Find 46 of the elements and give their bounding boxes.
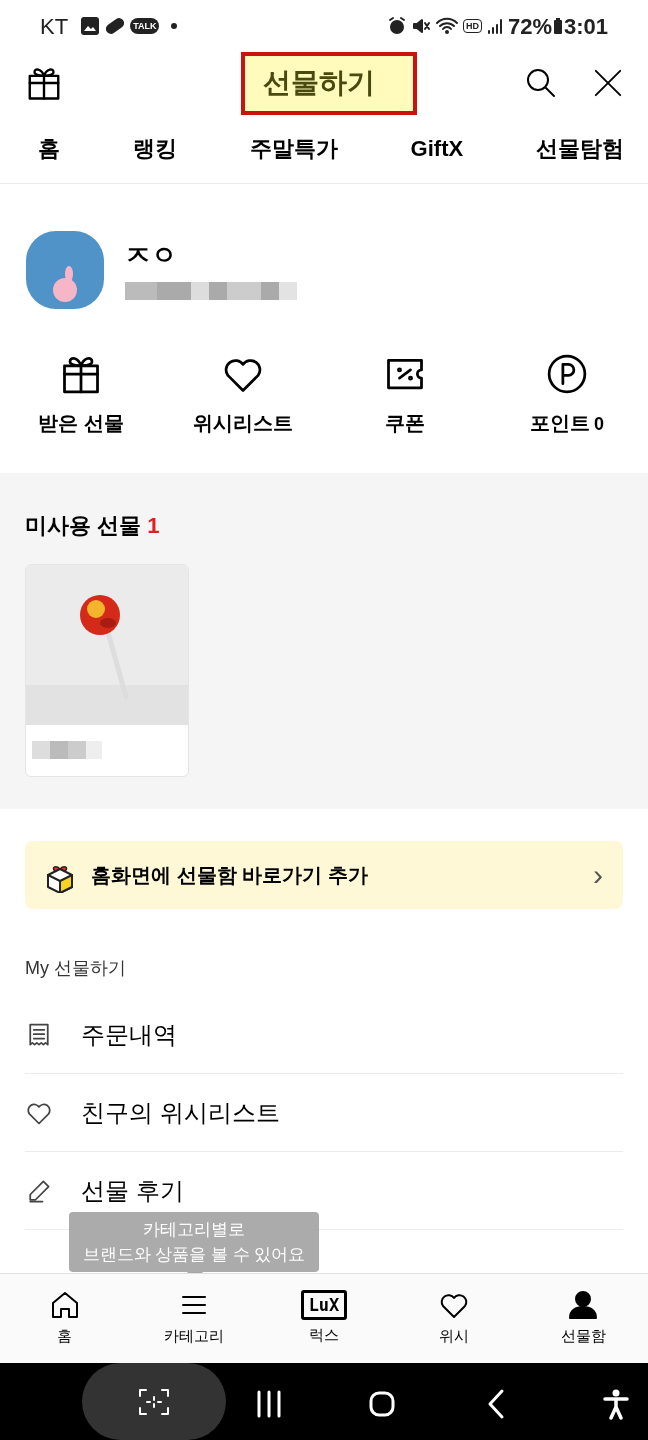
nav-tab[interactable]: GiftX — [410, 132, 464, 165]
battery-icon — [551, 16, 564, 36]
mute-icon — [410, 16, 431, 36]
quick-action[interactable]: 쿠폰 — [324, 352, 486, 437]
recents-icon[interactable] — [255, 1389, 283, 1419]
lux-badge: LuX — [300, 1290, 348, 1321]
home-button-icon[interactable] — [368, 1390, 396, 1418]
bottom-nav-item[interactable]: 선물함 — [518, 1274, 648, 1363]
talk-badge: TALK — [130, 18, 160, 34]
capture-icon — [138, 1387, 170, 1416]
hd-badge: HD — [462, 19, 482, 33]
point-icon — [545, 352, 589, 396]
carrier-text: KT — [40, 12, 69, 41]
profile-name: ㅈㅇ — [125, 240, 178, 270]
chevron-icon: › — [593, 860, 603, 890]
shortcut-banner[interactable]: 홈화면에 선물함 바로가기 추가 › — [25, 841, 623, 909]
nav-tab[interactable]: 선물탐험 — [536, 132, 624, 165]
quick-action[interactable]: 받은 선물 — [0, 352, 162, 437]
accessibility-icon[interactable] — [603, 1388, 629, 1420]
menu-row[interactable]: 주문내역 — [25, 996, 623, 1074]
wifi-icon — [434, 16, 459, 36]
nav-tab[interactable]: 랭킹 — [132, 132, 177, 165]
menu-row[interactable]: 친구의 위시리스트 — [25, 1074, 623, 1152]
quick-action[interactable]: 포인트 0 — [486, 352, 648, 437]
person-icon — [567, 1289, 600, 1322]
page-title: 선물하기 — [241, 51, 417, 115]
blurred-label-drawing — [32, 741, 102, 759]
signal-icon — [485, 16, 504, 36]
clock-text: 3:01 — [563, 12, 608, 41]
bottom-nav-item[interactable]: LuX 럭스 — [259, 1274, 389, 1363]
section-title: 미사용 선물 1 — [25, 512, 161, 540]
battery-text: 72% — [507, 12, 552, 41]
image-icon — [80, 16, 101, 36]
nav-tab[interactable]: 홈 — [38, 132, 60, 165]
alarm-icon — [386, 16, 407, 36]
nav-tab[interactable]: 주말특가 — [249, 132, 338, 165]
tooltip-text: 브랜드와 상품을 볼 수 있어요 — [82, 1244, 306, 1266]
section-title: My 선물하기 — [25, 957, 127, 980]
bottom-nav-item[interactable]: 카테고리 — [129, 1274, 260, 1363]
bottom-nav-item[interactable]: 홈 — [0, 1274, 130, 1363]
close-icon[interactable] — [593, 68, 623, 98]
bottom-nav-item[interactable]: 위시 — [388, 1274, 519, 1363]
quick-action[interactable]: 위시리스트 — [162, 352, 324, 437]
gift-card[interactable] — [25, 564, 189, 777]
back-icon[interactable] — [486, 1388, 506, 1420]
search-icon[interactable] — [525, 67, 557, 99]
